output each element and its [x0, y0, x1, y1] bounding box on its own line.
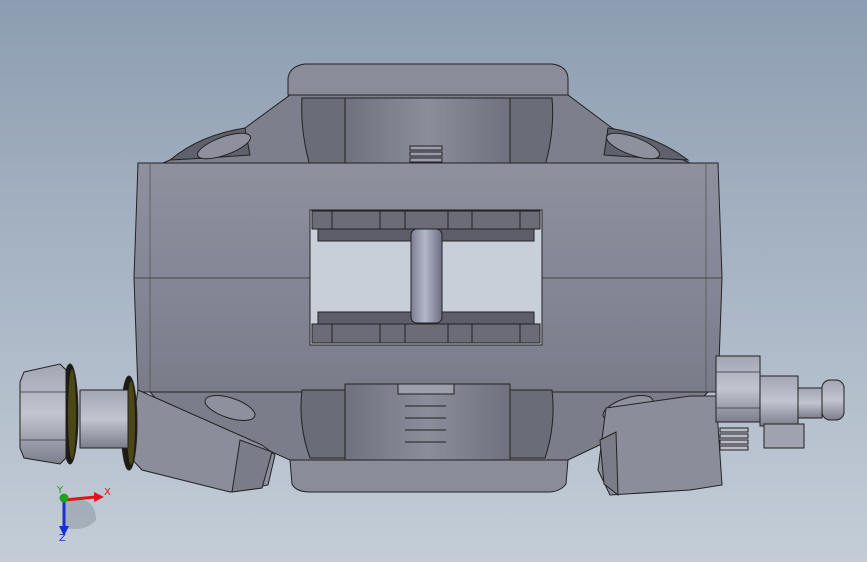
brake-caliper-model[interactable]	[0, 0, 867, 562]
3d-viewport[interactable]: X Y Z	[0, 0, 867, 562]
axis-y-label: Y	[57, 485, 64, 496]
axis-x-label: X	[104, 487, 111, 498]
upper-housing	[162, 94, 691, 169]
orientation-triad[interactable]	[59, 492, 104, 536]
pad-pin	[410, 228, 443, 324]
axis-z-label: Z	[59, 533, 66, 544]
top-cap	[287, 63, 569, 96]
